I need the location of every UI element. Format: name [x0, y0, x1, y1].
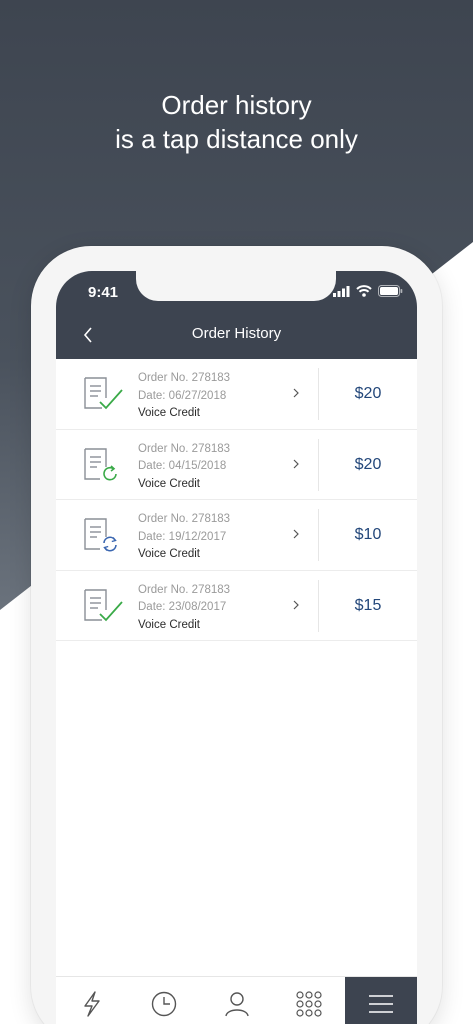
order-date: Date: 06/27/2018 — [138, 389, 227, 402]
headline-line-1: Order history — [161, 90, 312, 120]
order-details: Order No. 278183 Date: 04/15/2018 Voice … — [138, 441, 230, 494]
tab-menu[interactable] — [344, 977, 417, 1024]
order-type: Voice Credit — [138, 618, 201, 631]
wifi-icon — [356, 285, 372, 297]
tab-lightning[interactable] — [56, 977, 128, 1024]
order-details: Order No. 278183 Date: 06/27/2018 Voice … — [138, 370, 230, 423]
document-refresh-icon — [84, 447, 117, 480]
order-amount: $20 — [354, 455, 382, 473]
page-title: Order History — [191, 325, 282, 342]
order-details: Order No. 278183 Date: 19/12/2017 Voice … — [138, 511, 230, 564]
signal-icon — [333, 285, 350, 297]
status-icons — [333, 285, 403, 297]
notch — [136, 271, 336, 301]
order-row[interactable]: Order No. 278183 Date: 19/12/2017 Voice … — [56, 500, 417, 571]
tab-dialpad[interactable] — [273, 977, 345, 1024]
user-icon — [224, 992, 249, 1017]
order-date: Date: 19/12/2017 — [138, 530, 227, 543]
order-amount: $10 — [354, 526, 382, 543]
order-date: Date: 23/08/2017 — [138, 601, 227, 613]
order-row[interactable]: Order No. 278183 Date: 06/27/2018 Voice … — [56, 359, 417, 430]
tab-profile[interactable] — [200, 977, 272, 1024]
order-list: Order No. 278183 Date: 06/27/2018 Voice … — [56, 359, 417, 641]
order-type: Voice Credit — [138, 548, 201, 560]
order-row[interactable]: Order No. 278183 Date: 04/15/2018 Voice … — [56, 430, 417, 500]
bottom-tab-bar — [56, 976, 417, 1024]
document-check-icon — [84, 588, 123, 621]
promo-headline: Order history is a tap distance only — [0, 88, 473, 156]
phone-screen: 9:41 Order History Order No. 278183 Date… — [56, 271, 417, 1024]
phone-frame: 9:41 Order History Order No. 278183 Date… — [31, 246, 442, 1024]
chevron-right-icon — [293, 600, 299, 609]
tab-history[interactable] — [128, 977, 200, 1024]
order-row[interactable]: Order No. 278183 Date: 23/08/2017 Voice … — [56, 571, 417, 641]
clock-icon — [152, 991, 177, 1017]
document-check-icon — [84, 377, 123, 410]
document-sync-icon — [84, 518, 117, 552]
chevron-right-icon — [293, 459, 299, 468]
order-amount: $20 — [354, 385, 382, 402]
chevron-right-icon — [293, 529, 299, 539]
dialpad-icon — [296, 991, 322, 1017]
chevron-right-icon — [293, 388, 299, 398]
order-type: Voice Credit — [138, 407, 201, 419]
order-number: Order No. 278183 — [138, 513, 231, 525]
order-number: Order No. 278183 — [138, 442, 231, 455]
order-details: Order No. 278183 Date: 23/08/2017 Voice … — [138, 582, 230, 635]
battery-icon — [378, 285, 403, 297]
headline-line-2: is a tap distance only — [115, 124, 358, 154]
status-time: 9:41 — [88, 284, 119, 301]
order-type: Voice Credit — [138, 477, 201, 490]
top-bar: 9:41 Order History — [56, 271, 417, 359]
order-amount: $15 — [354, 596, 382, 614]
order-number: Order No. 278183 — [138, 372, 231, 384]
order-number: Order No. 278183 — [138, 583, 231, 596]
order-date: Date: 04/15/2018 — [138, 460, 227, 472]
menu-icon — [368, 995, 393, 1013]
lightning-icon — [84, 991, 100, 1017]
